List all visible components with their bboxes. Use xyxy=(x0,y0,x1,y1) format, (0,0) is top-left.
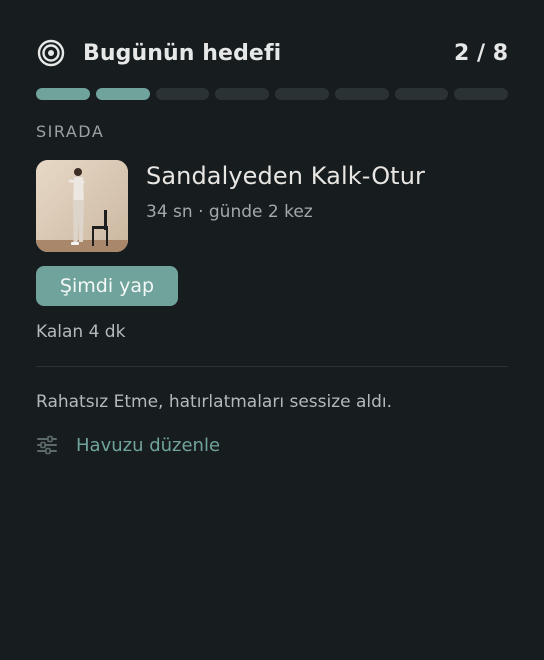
section-label-next: SIRADA xyxy=(36,122,105,141)
page-title: Bugünün hedefi xyxy=(83,40,282,66)
goal-panel: Bugünün hedefi 2 / 8 SIRADA Sandalyeden … xyxy=(0,0,544,660)
edit-pool-label: Havuzu düzenle xyxy=(76,434,221,456)
progress-segment xyxy=(95,88,150,100)
panel-header: Bugünün hedefi 2 / 8 xyxy=(36,36,508,70)
progress-segment xyxy=(334,88,389,100)
progress-segment xyxy=(155,88,210,100)
progress-segment xyxy=(454,88,508,100)
do-now-button[interactable]: Şimdi yap xyxy=(36,266,178,306)
sliders-icon xyxy=(36,434,58,456)
goal-count: 2 / 8 xyxy=(454,40,508,66)
goal-progress-bar xyxy=(36,88,508,100)
progress-segment xyxy=(215,88,269,100)
remaining-time: Kalan 4 dk xyxy=(36,322,126,342)
edit-pool-link[interactable]: Havuzu düzenle xyxy=(36,434,220,456)
exercise-meta: 34 sn · günde 2 kez xyxy=(146,202,313,222)
exercise-thumbnail xyxy=(36,160,128,252)
exercise-name: Sandalyeden Kalk-Otur xyxy=(146,162,425,190)
next-exercise-card: Sandalyeden Kalk-Otur 34 sn · günde 2 ke… xyxy=(36,160,508,252)
target-icon xyxy=(37,39,65,67)
divider xyxy=(36,366,508,367)
progress-segment xyxy=(275,88,329,100)
dnd-notice: Rahatsız Etme, hatırlatmaları sessize al… xyxy=(36,392,393,412)
progress-segment xyxy=(394,88,449,100)
progress-segment xyxy=(36,88,90,100)
